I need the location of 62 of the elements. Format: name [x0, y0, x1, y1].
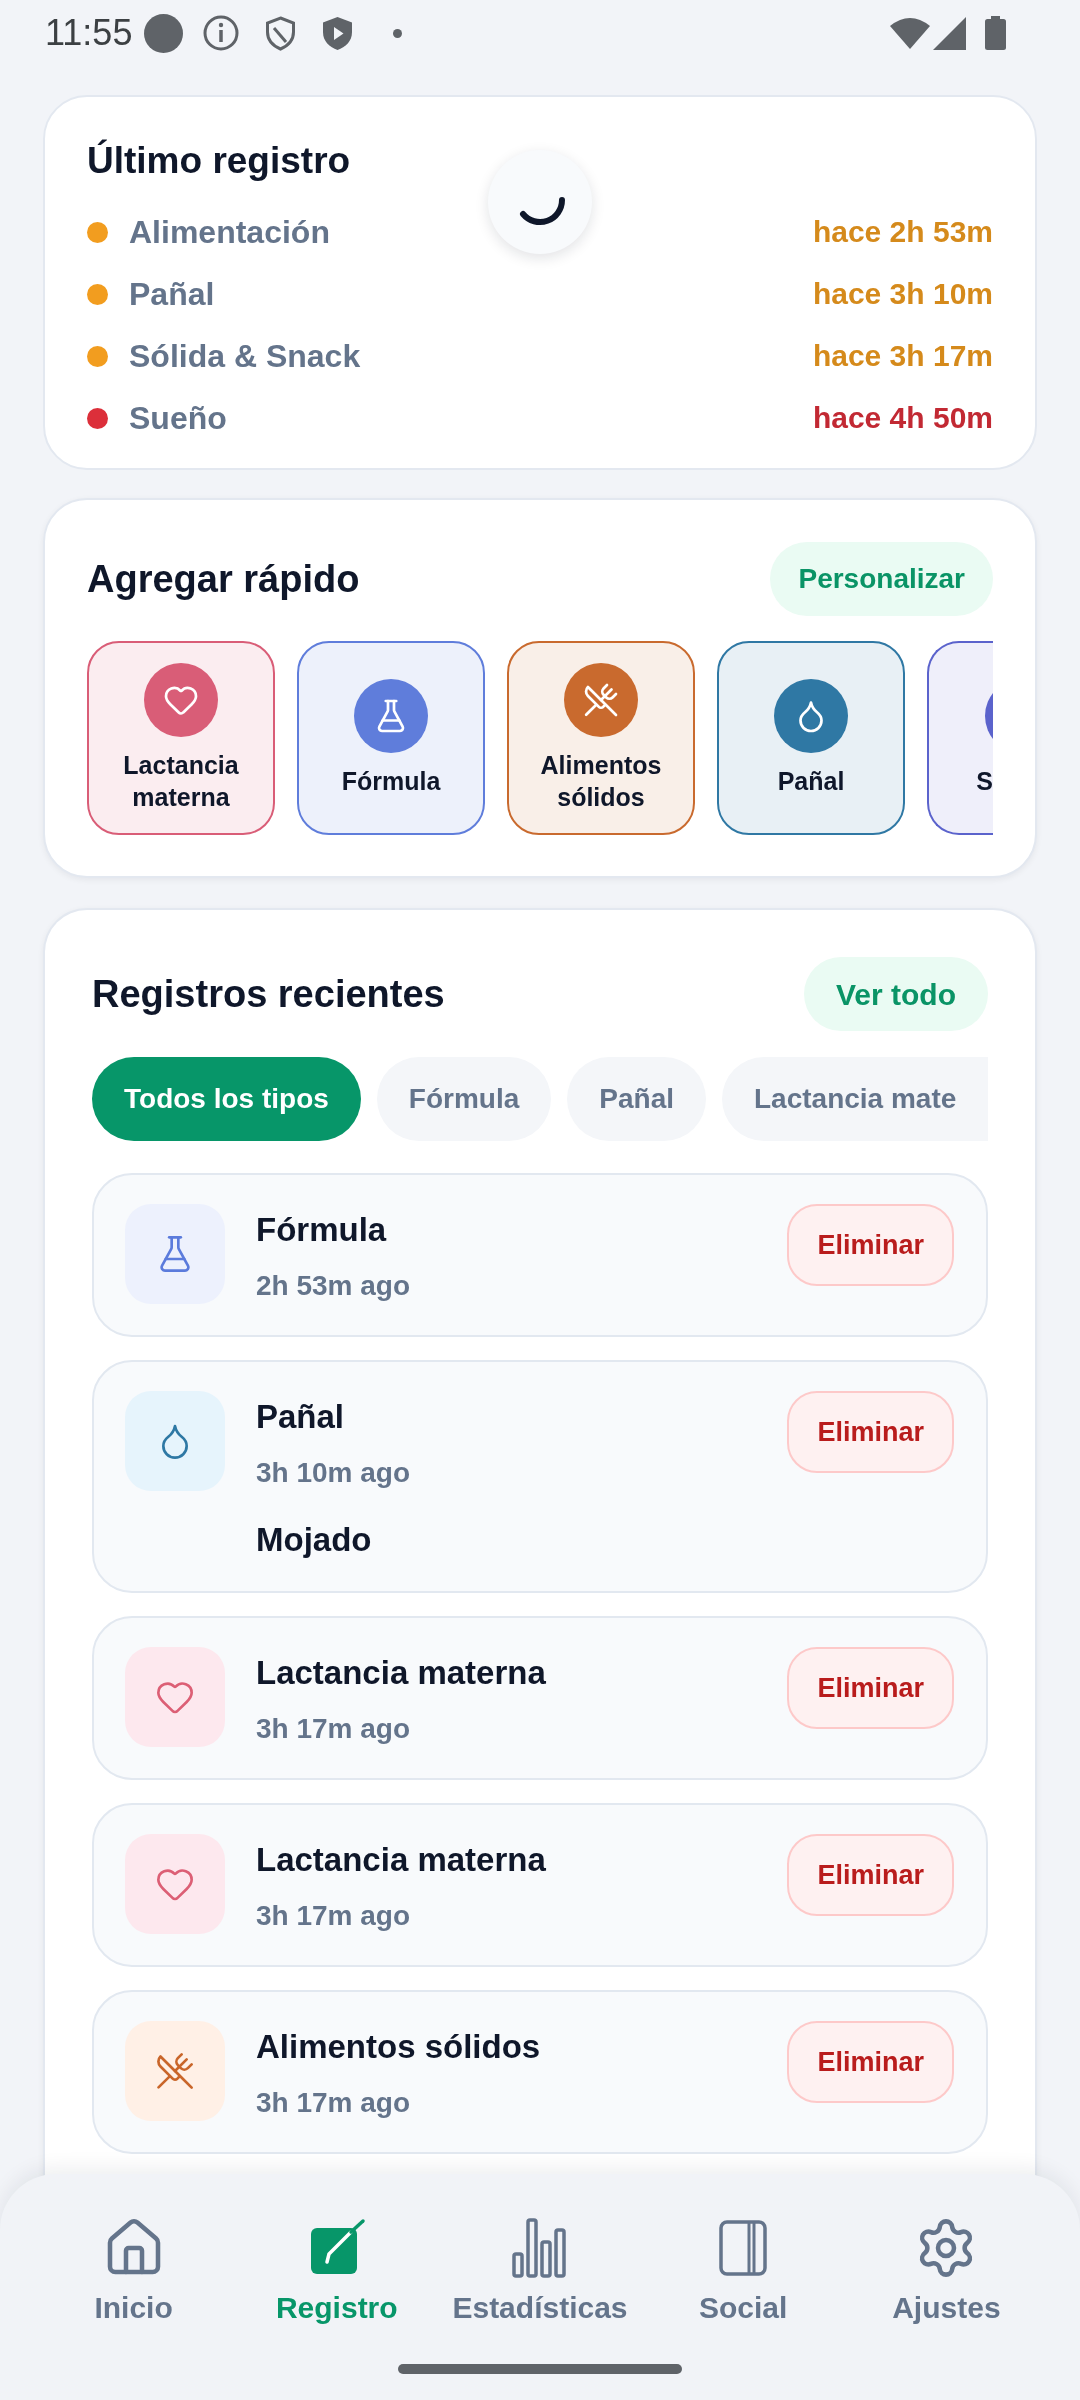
shield-icon — [265, 15, 297, 51]
droplet-icon — [125, 1391, 225, 1491]
circle-icon — [144, 13, 184, 53]
log-time: hace 3h 10m — [812, 276, 993, 312]
info-icon — [203, 15, 240, 51]
log-label: Sueño — [129, 399, 227, 438]
record-time: 3h 10m ago — [256, 1456, 412, 1490]
record-card[interactable]: Alimentos sólidos 3h 17m ago Eliminar — [92, 1990, 988, 2154]
log-label: Sólida & Snack — [129, 337, 361, 376]
section-title: Último registro — [87, 139, 352, 183]
log-time: hace 4h 50m — [812, 400, 993, 436]
record-time: 3h 17m ago — [256, 2086, 412, 2120]
record-title: Fórmula — [256, 1210, 388, 1250]
record-title: Alimentos sólidos — [256, 2027, 542, 2067]
filter-chip[interactable]: Todos los tipos — [92, 1057, 361, 1141]
status-time: 11:55 — [45, 15, 133, 51]
record-time: 2h 53m ago — [256, 1269, 412, 1303]
record-card[interactable]: Fórmula 2h 53m ago Eliminar — [92, 1173, 988, 1337]
record-title: Lactancia materna — [256, 1653, 547, 1693]
wifi-icon — [890, 17, 930, 49]
customize-button[interactable]: Personalizar — [770, 542, 993, 616]
record-note: Mojado — [256, 1520, 373, 1560]
log-time: hace 3h 17m — [812, 338, 993, 374]
record-time: 3h 17m ago — [256, 1899, 412, 1933]
nav-tab[interactable]: Inicio — [32, 2216, 236, 2326]
record-title: Lactancia materna — [256, 1840, 547, 1880]
delete-button[interactable]: Eliminar — [787, 2021, 954, 2103]
record-card[interactable]: Pañal 3h 10m ago Mojado Eliminar — [92, 1360, 988, 1593]
filter-chip[interactable]: Pañal — [567, 1057, 706, 1141]
record-card[interactable]: Lactancia materna 3h 17m ago Eliminar — [92, 1616, 988, 1780]
delete-button[interactable]: Eliminar — [787, 1834, 954, 1916]
signal-icon — [933, 16, 966, 50]
delete-button[interactable]: Eliminar — [787, 1647, 954, 1729]
record-card[interactable]: Lactancia materna 3h 17m ago Eliminar — [92, 1803, 988, 1967]
shield-play-icon — [322, 15, 354, 51]
log-time: hace 2h 53m — [812, 214, 993, 250]
heart-icon — [125, 1834, 225, 1934]
flask-icon — [125, 1204, 225, 1304]
record-title: Pañal — [256, 1397, 346, 1437]
heart-icon — [125, 1647, 225, 1747]
quick-add-tile[interactable]: Lactancia materna — [87, 641, 275, 835]
delete-button[interactable]: Eliminar — [787, 1391, 954, 1473]
record-time: 3h 17m ago — [256, 1712, 412, 1746]
nav-tab[interactable]: Registro — [235, 2216, 439, 2326]
delete-button[interactable]: Eliminar — [787, 1204, 954, 1286]
section-title: Agregar rápido — [87, 557, 360, 602]
quick-add-tile[interactable]: Pañal — [717, 641, 905, 835]
quick-add-tile[interactable]: S — [927, 641, 993, 835]
nav-tab[interactable]: Social — [641, 2216, 845, 2326]
fork-knife-icon — [125, 2021, 225, 2121]
section-title: Registros recientes — [92, 972, 445, 1017]
log-label: Pañal — [129, 275, 215, 314]
filter-chip[interactable]: Lactancia mate — [722, 1057, 988, 1141]
nav-tab[interactable]: Ajustes — [844, 2216, 1048, 2326]
quick-add-tile[interactable]: Fórmula — [297, 641, 485, 835]
nav-tab[interactable]: Estadísticas — [438, 2216, 642, 2326]
battery-icon — [985, 16, 1006, 50]
log-label: Alimentación — [129, 213, 330, 252]
view-all-button[interactable]: Ver todo — [804, 957, 988, 1031]
dot-icon — [393, 28, 403, 38]
filter-chip[interactable]: Fórmula — [376, 1057, 552, 1141]
quick-add-tile[interactable]: Alimentos sólidos — [507, 641, 695, 835]
